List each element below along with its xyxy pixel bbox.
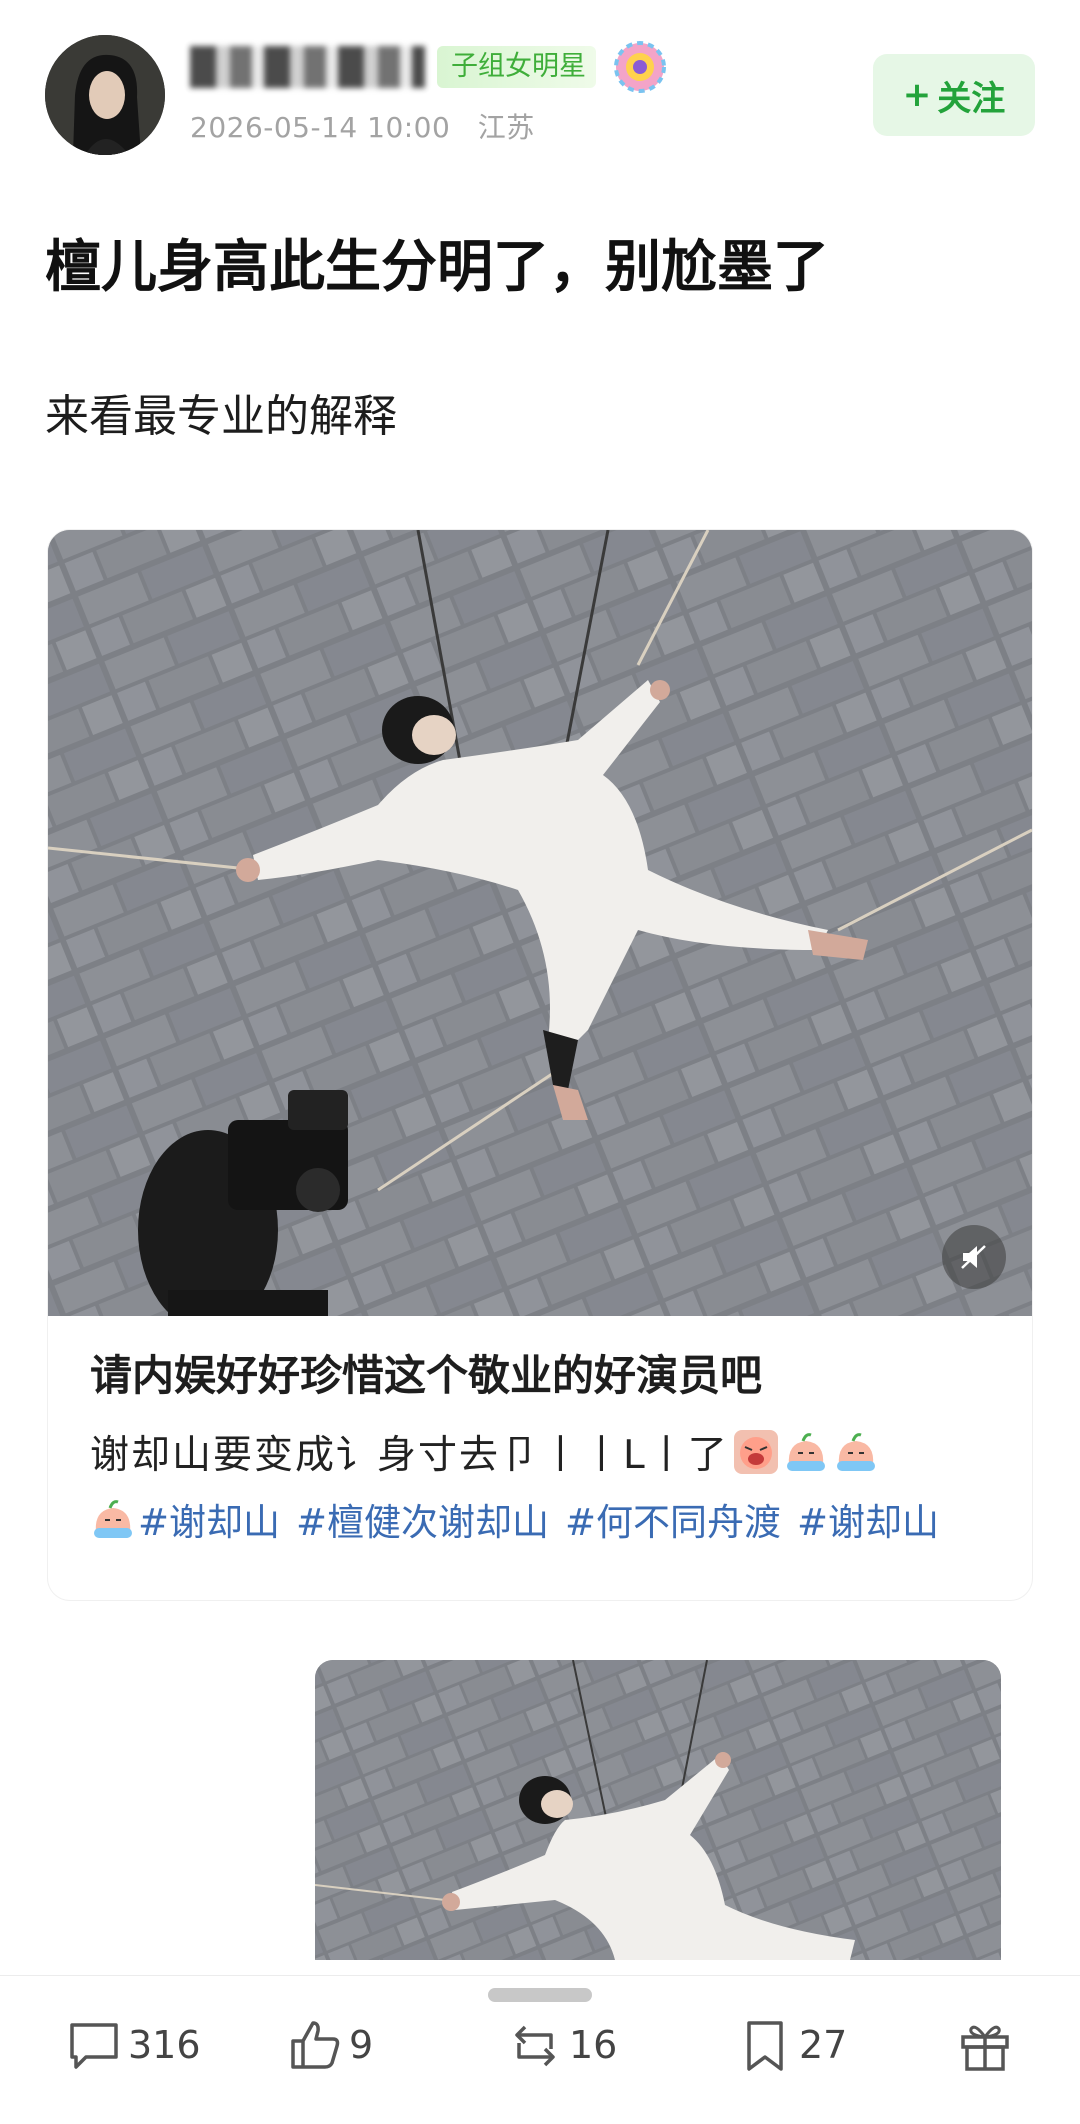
repost-count: 16 bbox=[569, 2023, 618, 2067]
repost-button[interactable]: 16 bbox=[505, 2010, 617, 2080]
second-photo[interactable] bbox=[315, 1660, 1001, 1960]
comment-count: 316 bbox=[128, 2023, 201, 2067]
sobbing-peach-icon bbox=[836, 1433, 875, 1471]
plus-icon: + bbox=[902, 75, 932, 115]
repost-icon bbox=[515, 2025, 555, 2067]
card-photo[interactable] bbox=[48, 530, 1032, 1316]
follow-label: 关注 bbox=[937, 78, 1006, 119]
hashtag-link[interactable]: #何不同舟渡 bbox=[565, 1492, 781, 1546]
mute-button[interactable] bbox=[942, 1225, 1006, 1289]
post-header: 子组女明星 2026-05-14 10:00 江苏 + 关注 bbox=[0, 0, 1080, 170]
card-headline: 请内娱好好珍惜这个敬业的好演员吧 bbox=[90, 1351, 763, 1400]
sobbing-peach-icon bbox=[94, 1500, 132, 1538]
username-row: 子组女明星 bbox=[190, 41, 666, 93]
like-button[interactable]: 9 bbox=[285, 2010, 373, 2080]
like-count: 9 bbox=[349, 2023, 374, 2067]
gift-icon bbox=[961, 2025, 1009, 2071]
avatar[interactable] bbox=[45, 35, 165, 155]
post-meta: 2026-05-14 10:00 江苏 bbox=[190, 106, 535, 146]
card-body-text: 谢却山要变成讠身寸去卩丨丨L丨了 bbox=[90, 1433, 729, 1478]
favorite-icon bbox=[747, 2021, 783, 2071]
favorite-button[interactable]: 27 bbox=[735, 2010, 847, 2080]
comment-icon bbox=[70, 2023, 118, 2069]
post-title: 檀儿身高此生分明了，别尬墨了 bbox=[45, 235, 829, 300]
crying-face-icon bbox=[733, 1430, 778, 1474]
hashtag-link[interactable]: #谢却山 bbox=[797, 1492, 939, 1546]
username-redacted[interactable] bbox=[190, 46, 425, 88]
card-body: 谢却山要变成讠身寸去卩丨丨L丨了 bbox=[90, 1424, 879, 1480]
like-icon bbox=[291, 2021, 340, 2069]
sobbing-peach-icon bbox=[786, 1433, 825, 1471]
post-location: 江苏 bbox=[477, 111, 535, 144]
favorite-count: 27 bbox=[799, 2023, 848, 2067]
follow-button[interactable]: + 关注 bbox=[873, 54, 1035, 136]
drag-handle[interactable] bbox=[488, 1988, 592, 2002]
post-timestamp: 2026-05-14 10:00 bbox=[190, 111, 451, 144]
comment-button[interactable]: 316 bbox=[64, 2010, 201, 2080]
mute-icon bbox=[961, 1245, 986, 1269]
hashtag-link[interactable]: #檀健次谢却山 bbox=[296, 1492, 549, 1546]
fan-group-badge[interactable]: 子组女明星 bbox=[437, 46, 596, 88]
medal-icon bbox=[614, 41, 666, 93]
hashtag-row: #谢却山 #檀健次谢却山 #何不同舟渡 #谢却山 bbox=[90, 1492, 955, 1546]
gift-button[interactable] bbox=[955, 2010, 1019, 2080]
hashtag-link[interactable]: #谢却山 bbox=[138, 1492, 280, 1546]
post-subtitle: 来看最专业的解释 bbox=[45, 391, 397, 442]
embedded-card[interactable]: 请内娱好好珍惜这个敬业的好演员吧 谢却山要变成讠身寸去卩丨丨L丨了 #谢却山 #… bbox=[48, 530, 1032, 1600]
post-page: 子组女明星 2026-05-14 10:00 江苏 + 关注 檀儿身高此生分明了… bbox=[0, 0, 1080, 2124]
